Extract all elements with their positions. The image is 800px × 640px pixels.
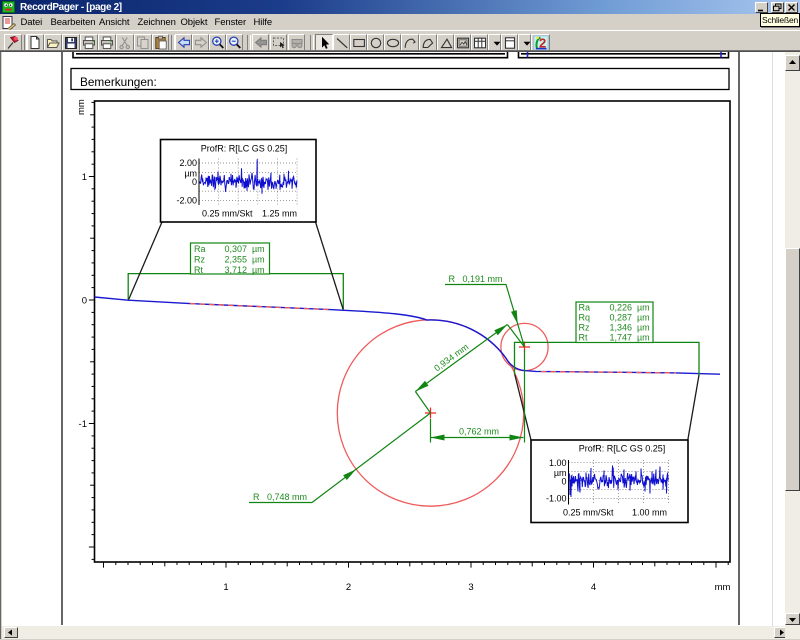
svg-text:0,762 mm: 0,762 mm xyxy=(459,427,499,437)
svg-text:1,747: 1,747 xyxy=(609,333,632,343)
svg-text:mm: mm xyxy=(76,99,87,115)
svg-text:µm: µm xyxy=(252,244,265,254)
svg-text:3,712: 3,712 xyxy=(224,265,247,275)
svg-text:1.00: 1.00 xyxy=(549,458,567,468)
svg-text:2.00: 2.00 xyxy=(179,158,197,168)
svg-text:µm: µm xyxy=(252,265,265,275)
svg-text:ProfR: R[LC GS 0.25]: ProfR: R[LC GS 0.25] xyxy=(579,444,666,454)
svg-text:0,934 mm: 0,934 mm xyxy=(432,342,470,374)
svg-text:µm: µm xyxy=(637,323,650,333)
svg-text:1: 1 xyxy=(223,582,228,593)
svg-text:µm: µm xyxy=(637,303,650,313)
svg-text:µm: µm xyxy=(637,333,650,343)
svg-text:4: 4 xyxy=(591,582,596,593)
svg-text:-1.00: -1.00 xyxy=(546,494,567,504)
svg-text:1.25 mm: 1.25 mm xyxy=(262,209,297,219)
svg-text:ProfR: R[LC GS 0.25]: ProfR: R[LC GS 0.25] xyxy=(201,144,288,154)
svg-text:µm: µm xyxy=(252,255,265,265)
svg-text:Rz: Rz xyxy=(194,255,205,265)
svg-text:0: 0 xyxy=(561,477,566,487)
svg-text:2: 2 xyxy=(346,582,351,593)
svg-text:Ra: Ra xyxy=(579,303,591,313)
svg-text:0.25 mm/Skt: 0.25 mm/Skt xyxy=(563,508,614,518)
svg-text:0: 0 xyxy=(192,177,197,187)
svg-text:Rz: Rz xyxy=(579,323,590,333)
svg-text:µm: µm xyxy=(637,313,650,323)
svg-text:Rq: Rq xyxy=(579,313,591,323)
svg-text:0,287: 0,287 xyxy=(609,313,632,323)
svg-text:0,307: 0,307 xyxy=(224,244,247,254)
svg-text:1,346: 1,346 xyxy=(609,323,632,333)
svg-text:1: 1 xyxy=(82,172,87,183)
svg-text:Bemerkungen:: Bemerkungen: xyxy=(80,75,157,89)
svg-text:Ra: Ra xyxy=(194,244,206,254)
svg-text:Rt: Rt xyxy=(579,333,588,343)
svg-text:2,355: 2,355 xyxy=(224,255,247,265)
svg-text:mm: mm xyxy=(715,582,731,593)
svg-text:0: 0 xyxy=(82,296,87,307)
svg-text:1.00 mm: 1.00 mm xyxy=(632,508,667,518)
svg-text:-2.00: -2.00 xyxy=(176,196,197,206)
svg-text:0,226: 0,226 xyxy=(609,303,632,313)
svg-text:Rt: Rt xyxy=(194,265,203,275)
svg-text:-1: -1 xyxy=(79,419,87,430)
svg-text:0.25 mm/Skt: 0.25 mm/Skt xyxy=(202,209,253,219)
svg-text:R 0,191 mm: R 0,191 mm xyxy=(449,274,503,284)
svg-text:3: 3 xyxy=(468,582,473,593)
svg-text:R 0,748 mm: R 0,748 mm xyxy=(253,492,307,502)
